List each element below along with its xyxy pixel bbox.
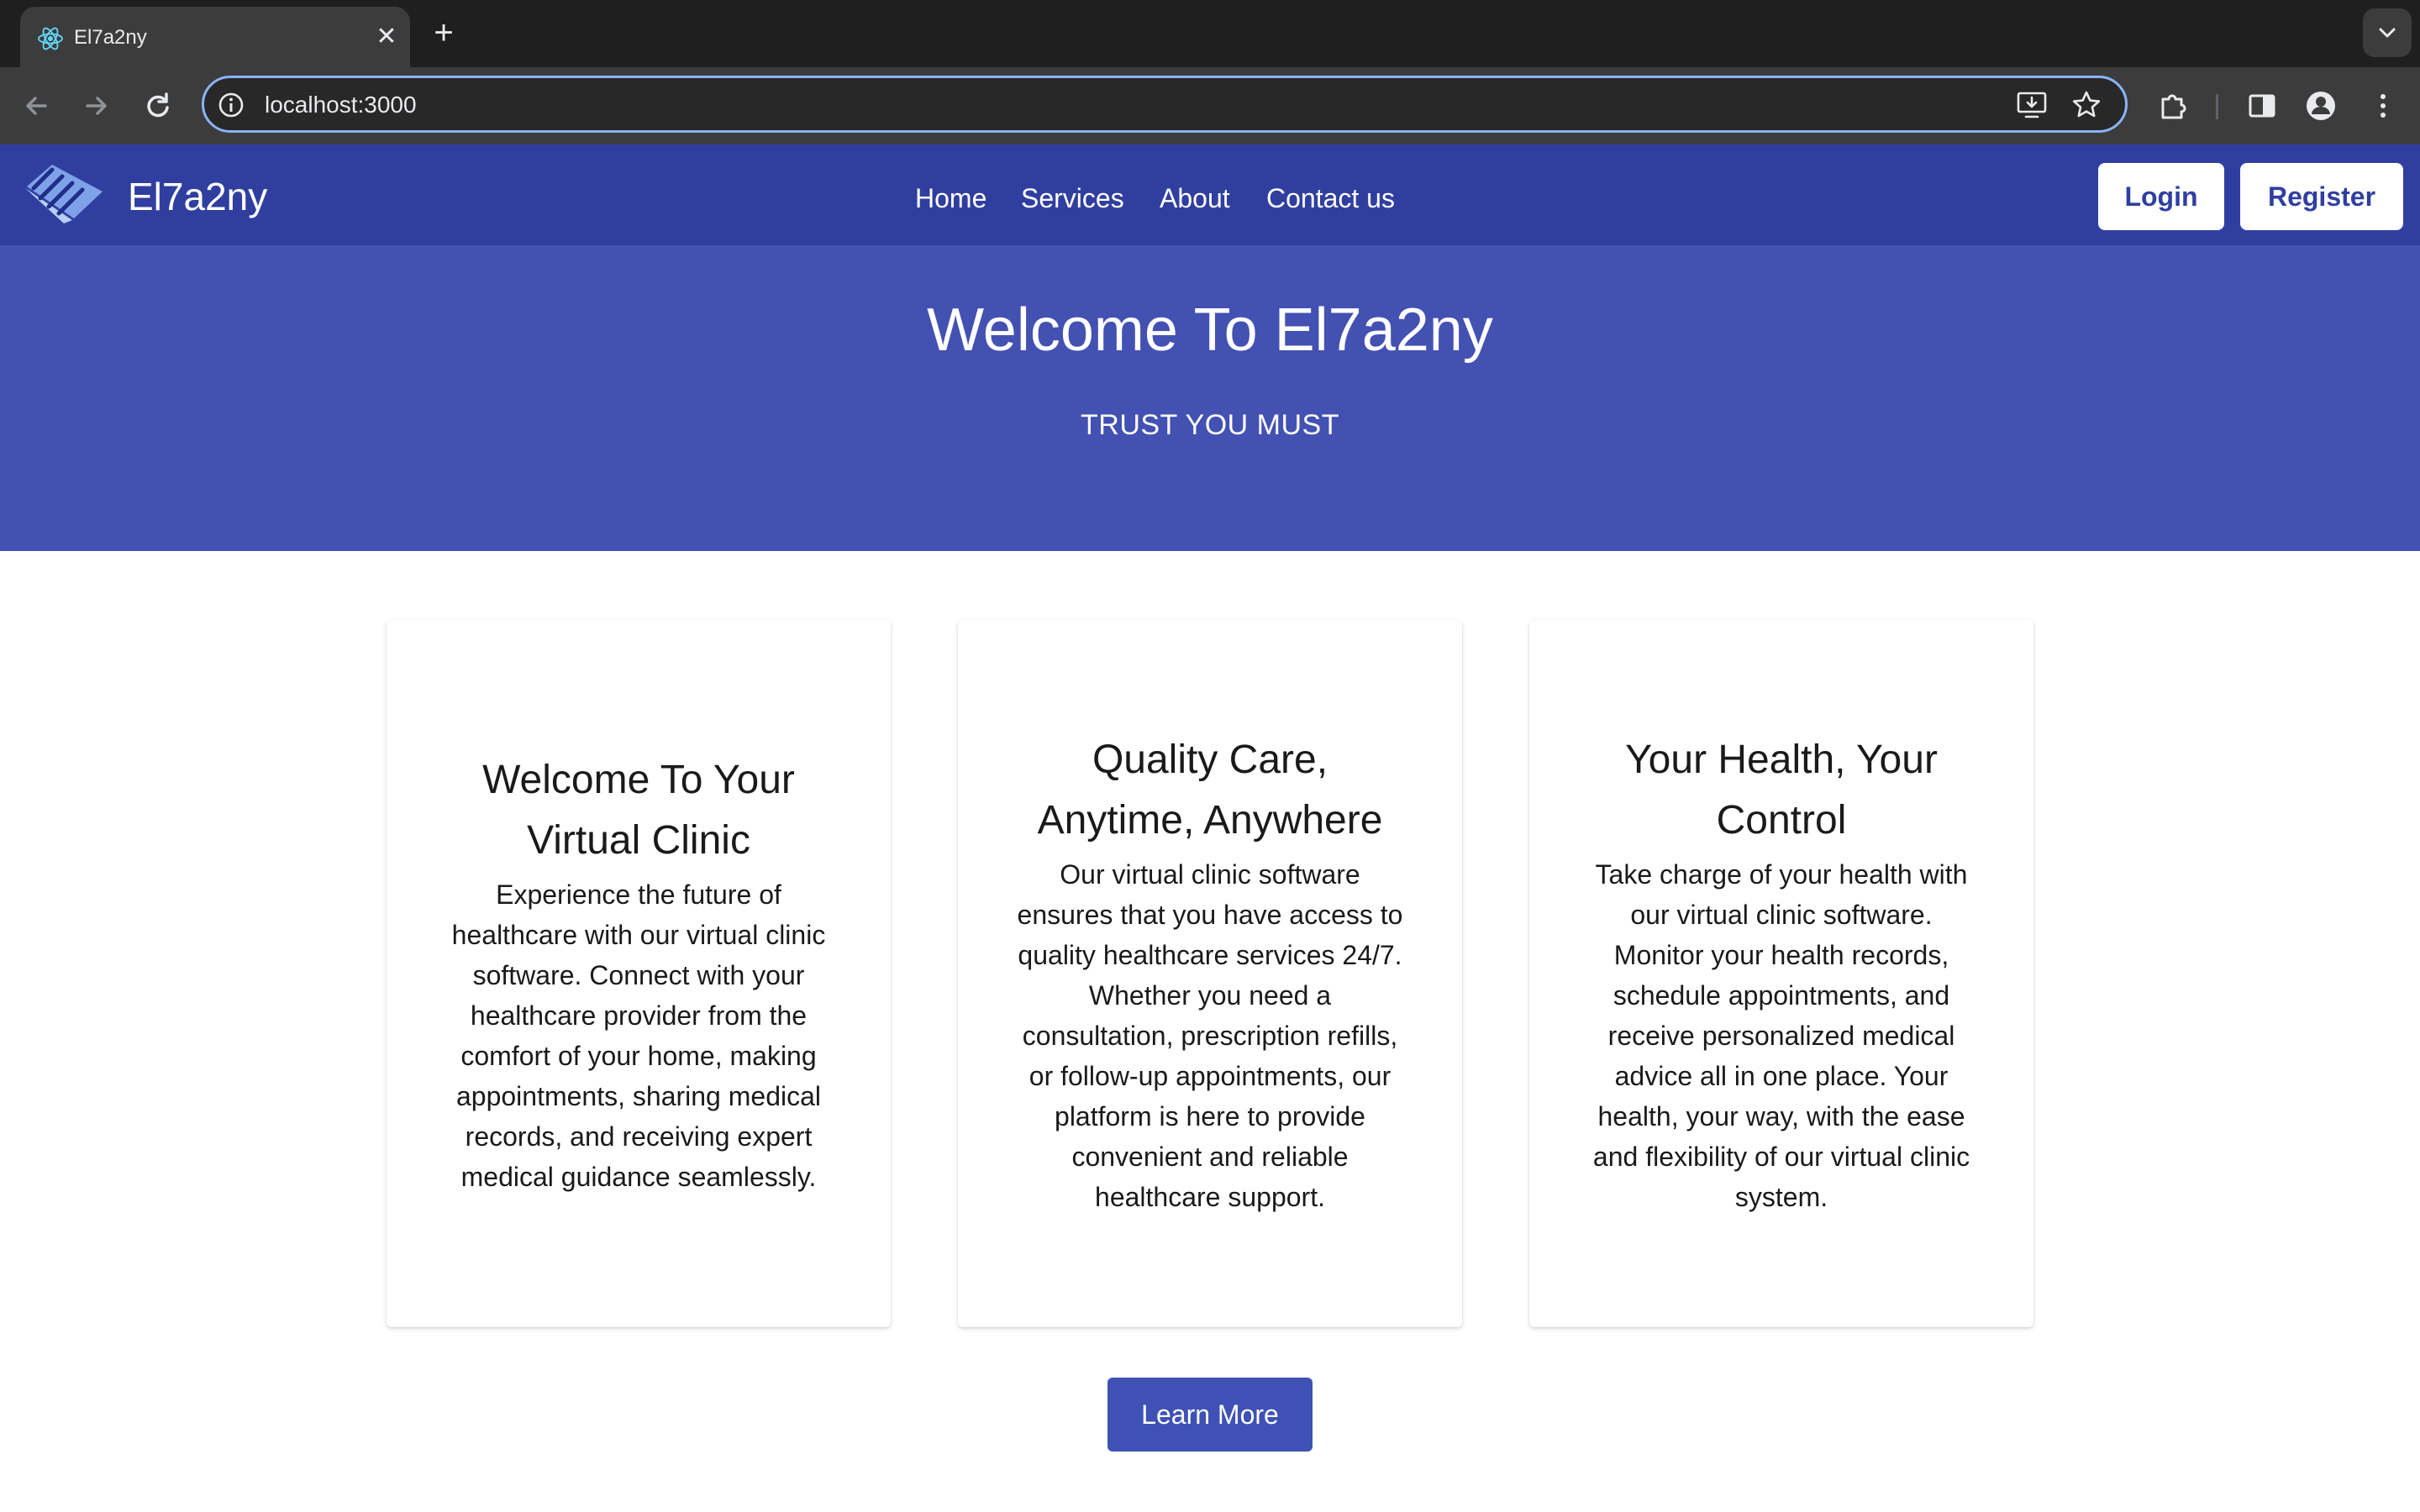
bookmark-star-icon[interactable] — [2070, 88, 2103, 122]
hero-subtitle: TRUST YOU MUST — [1081, 409, 1339, 441]
toolbar-divider — [2216, 94, 2218, 119]
react-icon — [38, 27, 63, 50]
register-button[interactable]: Register — [2240, 163, 2403, 230]
feature-card: Welcome To Your Virtual Clinic Experienc… — [387, 620, 891, 1327]
tab-search-button[interactable] — [2363, 8, 2412, 57]
forward-icon[interactable] — [76, 86, 116, 126]
app-navbar: El7a2ny Home Services About Contact us L… — [0, 144, 2420, 245]
back-icon[interactable] — [17, 86, 57, 126]
card-text: Take charge of your health with our virt… — [1592, 859, 1970, 1212]
close-tab-icon[interactable]: ✕ — [371, 22, 402, 52]
nav-link-home[interactable]: Home — [915, 181, 986, 215]
extensions-puzzle-icon[interactable] — [2153, 86, 2193, 126]
card-title: Your Health, Your Control — [1625, 738, 1938, 843]
hero-title: Welcome To El7a2ny — [927, 297, 1493, 364]
nav-link-about[interactable]: About — [1160, 181, 1230, 215]
brand-name[interactable]: El7a2ny — [128, 175, 267, 218]
hero-banner: Welcome To El7a2ny TRUST YOU MUST — [0, 245, 2420, 551]
chevron-down-icon — [2379, 28, 2396, 38]
kebab-menu-icon[interactable] — [2363, 86, 2403, 126]
reload-icon[interactable] — [138, 86, 178, 126]
card-text: Our virtual clinic software ensures that… — [1017, 859, 1403, 1212]
side-panel-icon[interactable] — [2242, 86, 2282, 126]
nav-link-services[interactable]: Services — [1021, 181, 1124, 215]
install-app-icon[interactable] — [2016, 90, 2048, 120]
card-text: Experience the future of healthcare with… — [451, 879, 826, 1192]
browser-tabstrip: El7a2ny ✕ + — [0, 0, 2420, 67]
browser-tab[interactable]: El7a2ny ✕ — [20, 7, 410, 67]
feature-card: Your Health, Your Control Take charge of… — [1529, 620, 2033, 1327]
card-title: Welcome To Your Virtual Clinic — [482, 758, 795, 863]
url-text: localhost:3000 — [265, 92, 417, 118]
learn-more-button[interactable]: Learn More — [1107, 1378, 1313, 1452]
feature-card: Quality Care, Anytime, Anywhere Our virt… — [958, 620, 1462, 1327]
site-info-icon[interactable] — [216, 90, 246, 120]
brand-logo[interactable] — [22, 161, 106, 228]
nav-link-contact[interactable]: Contact us — [1266, 181, 1395, 215]
browser-toolbar: localhost:3000 — [0, 67, 2420, 144]
new-tab-icon[interactable]: + — [427, 16, 460, 50]
address-bar[interactable]: localhost:3000 — [202, 76, 2128, 133]
tab-title: El7a2ny — [74, 26, 147, 49]
login-button[interactable]: Login — [2098, 163, 2224, 230]
card-title: Quality Care, Anytime, Anywhere — [1037, 738, 1383, 843]
profile-avatar-icon[interactable] — [2301, 86, 2341, 126]
